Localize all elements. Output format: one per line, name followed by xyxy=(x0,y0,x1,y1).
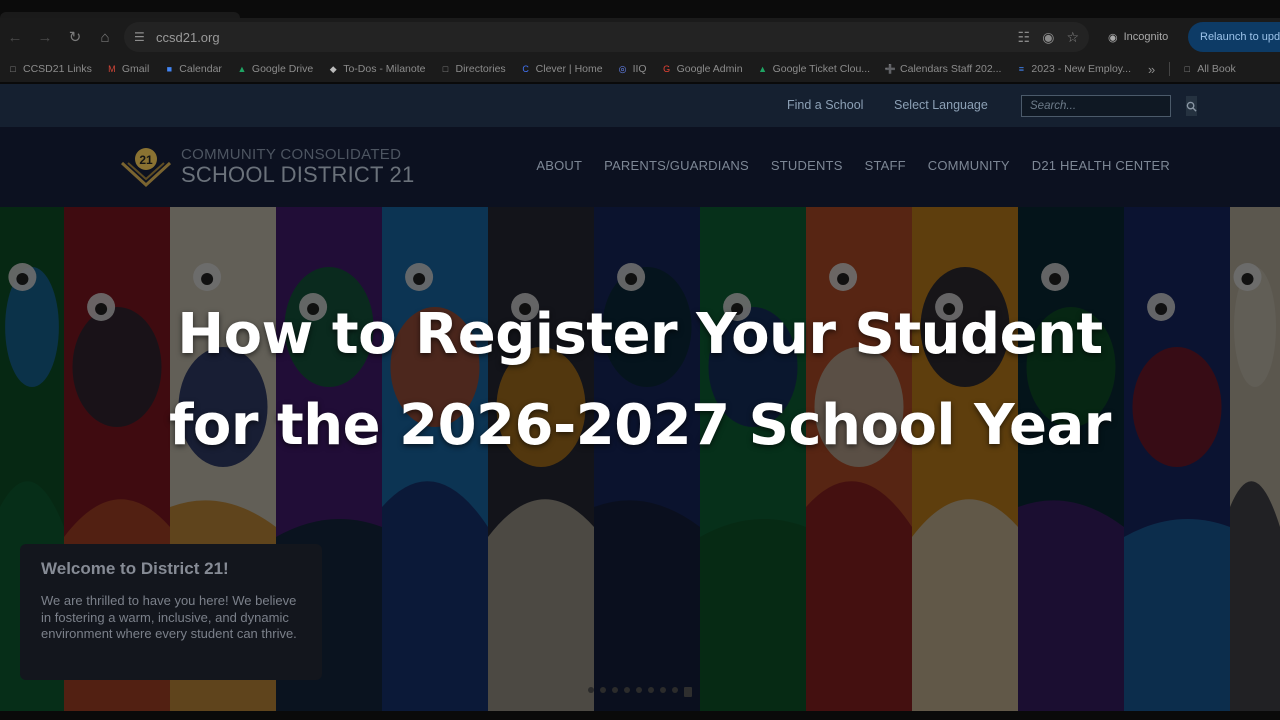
bookmark-item[interactable]: G Google Admin xyxy=(654,63,750,75)
bookmark-item[interactable]: ◆ To-Dos - Milanote xyxy=(320,63,432,75)
carousel-dot[interactable] xyxy=(672,687,678,693)
bookmark-item[interactable]: ◎ IIQ xyxy=(610,63,654,75)
docs-icon: ≡ xyxy=(1018,64,1025,74)
nav-item-students[interactable]: STUDENTS xyxy=(771,158,843,173)
carousel-dot[interactable] xyxy=(612,687,618,693)
bookmark-label: CCSD21 Links xyxy=(23,63,92,75)
search-button[interactable] xyxy=(1186,96,1197,116)
browser-tab-strip xyxy=(0,0,1280,18)
milanote-icon: ◆ xyxy=(329,63,337,74)
search-icon xyxy=(1186,101,1197,112)
carousel-dot[interactable] xyxy=(648,687,654,693)
bookmark-label: Google Drive xyxy=(251,63,314,75)
gmail-icon: M xyxy=(108,64,116,74)
window-bottom-edge xyxy=(0,711,1280,720)
bookmark-label: Clever | Home xyxy=(535,63,603,75)
home-icon[interactable]: ⌂ xyxy=(90,22,120,52)
search-input[interactable] xyxy=(1022,96,1186,116)
nav-item-parents-guardians[interactable]: PARENTS/GUARDIANS xyxy=(604,158,749,173)
address-url[interactable]: ccsd21.org xyxy=(156,30,220,45)
bookmark-item[interactable]: □ CCSD21 Links xyxy=(0,63,99,75)
site-search xyxy=(1021,95,1197,117)
bookmark-label: Google Admin xyxy=(676,63,743,75)
all-bookmarks-label: All Book xyxy=(1197,63,1236,75)
nav-item-about[interactable]: ABOUT xyxy=(536,158,582,173)
nav-item-community[interactable]: COMMUNITY xyxy=(928,158,1010,173)
back-arrow-icon[interactable]: ← xyxy=(0,22,30,52)
bookmark-item[interactable]: □ Directories xyxy=(432,63,512,75)
forward-arrow-icon[interactable]: → xyxy=(30,22,60,52)
google-icon: G xyxy=(663,64,671,74)
hero-banner: How to Register Your Student for the 202… xyxy=(0,207,1280,711)
main-navigation: ABOUT PARENTS/GUARDIANS STUDENTS STAFF COMMU… xyxy=(536,158,1170,173)
district-emblem-icon: 21 xyxy=(120,148,172,188)
hero-title: How to Register Your Student for the 202… xyxy=(0,289,1280,471)
bookmark-item[interactable]: ➕ Calendars Staff 202... xyxy=(877,63,1008,75)
site-utility-bar: Find a School Select Language xyxy=(0,84,1280,127)
logo-line1: COMMUNITY CONSOLIDATED xyxy=(181,146,402,163)
carousel-pause-icon[interactable] xyxy=(684,687,692,697)
bookmarks-divider xyxy=(1169,62,1171,76)
incognito-icon: ◉ xyxy=(1108,31,1118,44)
bookmark-label: Calendar xyxy=(179,63,222,75)
bookmark-label: Gmail xyxy=(121,63,150,75)
site-header: 21 COMMUNITY CONSOLIDATED SCHOOL DISTRIC… xyxy=(0,127,1280,207)
site-info-icon[interactable]: ☰ xyxy=(134,30,152,44)
star-icon[interactable]: ☆ xyxy=(1066,29,1079,46)
bookmark-label: Calendars Staff 202... xyxy=(900,63,1002,75)
bookmark-item[interactable]: ≡ 2023 - New Employ... xyxy=(1008,63,1138,75)
all-bookmarks[interactable]: □ All Book xyxy=(1174,63,1243,75)
carousel-dot[interactable] xyxy=(600,687,606,693)
bookmark-label: IIQ xyxy=(632,63,647,75)
bookmark-label: Google Ticket Clou... xyxy=(772,63,871,75)
drive-icon: ▲ xyxy=(758,64,768,74)
folder-icon: □ xyxy=(1184,64,1190,74)
carousel-dots xyxy=(588,687,692,697)
drive-icon: ▲ xyxy=(237,64,247,74)
carousel-dot[interactable] xyxy=(636,687,642,693)
bookmark-label: Directories xyxy=(455,63,506,75)
hero-title-line1: How to Register Your Student xyxy=(177,302,1103,367)
bookmarks-bar: □ CCSD21 Links M Gmail ■ Calendar ▲ Google Driv… xyxy=(0,56,1280,82)
translate-icon[interactable]: ☷ xyxy=(1018,29,1031,46)
sheets-icon: ➕ xyxy=(884,63,896,74)
bookmark-label: To-Dos - Milanote xyxy=(343,63,426,75)
bookmarks-overflow-icon[interactable]: » xyxy=(1138,62,1165,77)
calendar-icon: ■ xyxy=(166,64,173,74)
clever-icon: C xyxy=(522,64,529,74)
bookmark-label: 2023 - New Employ... xyxy=(1031,63,1132,75)
bookmark-item[interactable]: ▲ Google Ticket Clou... xyxy=(750,63,877,75)
hero-title-line2: for the 2026-2027 School Year xyxy=(169,393,1111,458)
browser-toolbar: ← → ↻ ⌂ ☰ ccsd21.org ☷ ◉ ☆ ◉ Incognito R… xyxy=(0,18,1280,56)
bookmark-item[interactable]: ▲ Google Drive xyxy=(229,63,320,75)
iiq-icon: ◎ xyxy=(618,63,627,74)
nav-item-d21-health-center[interactable]: D21 HEALTH CENTER xyxy=(1032,158,1170,173)
reload-icon[interactable]: ↻ xyxy=(60,22,90,52)
welcome-body: We are thrilled to have you here! We bel… xyxy=(41,593,297,641)
logo-badge: 21 xyxy=(139,153,153,167)
address-bar[interactable]: ☰ ccsd21.org ☷ ◉ ☆ xyxy=(124,22,1089,52)
bookmark-item[interactable]: M Gmail xyxy=(99,63,156,75)
carousel-dot[interactable] xyxy=(624,687,630,693)
folder-icon: □ xyxy=(442,64,449,74)
bookmark-item[interactable]: ■ Calendar xyxy=(156,63,229,75)
folder-icon: □ xyxy=(10,64,16,74)
logo-line2: SCHOOL DISTRICT 21 xyxy=(181,162,415,187)
carousel-dot[interactable] xyxy=(660,687,666,693)
nav-item-staff[interactable]: STAFF xyxy=(865,158,906,173)
relaunch-button[interactable]: Relaunch to upda xyxy=(1188,22,1280,52)
carousel-dot[interactable] xyxy=(588,687,594,693)
district-logo[interactable]: 21 COMMUNITY CONSOLIDATED SCHOOL DISTRIC… xyxy=(120,145,420,189)
select-language-link[interactable]: Select Language xyxy=(894,98,988,112)
incognito-label: Incognito xyxy=(1123,31,1169,43)
eye-off-icon[interactable]: ◉ xyxy=(1042,29,1054,46)
welcome-card: Welcome to District 21! We are thrilled … xyxy=(20,544,322,680)
find-a-school-link[interactable]: Find a School xyxy=(787,98,863,112)
bookmark-item[interactable]: C Clever | Home xyxy=(513,63,610,75)
incognito-indicator[interactable]: ◉ Incognito xyxy=(1100,22,1176,52)
welcome-heading: Welcome to District 21! xyxy=(41,559,229,578)
